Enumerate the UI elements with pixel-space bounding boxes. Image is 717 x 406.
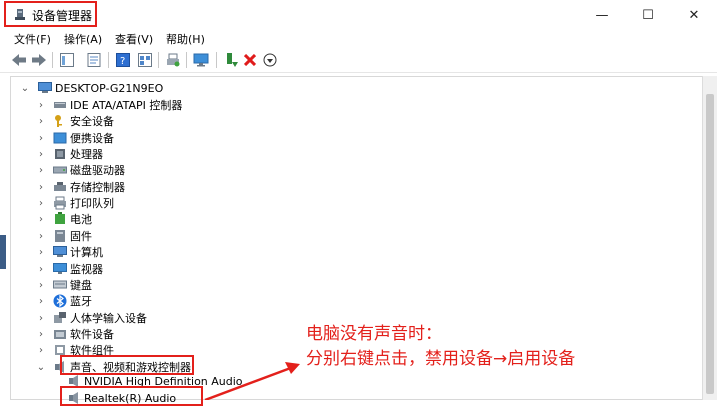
- annotation-arrow: [204, 362, 300, 400]
